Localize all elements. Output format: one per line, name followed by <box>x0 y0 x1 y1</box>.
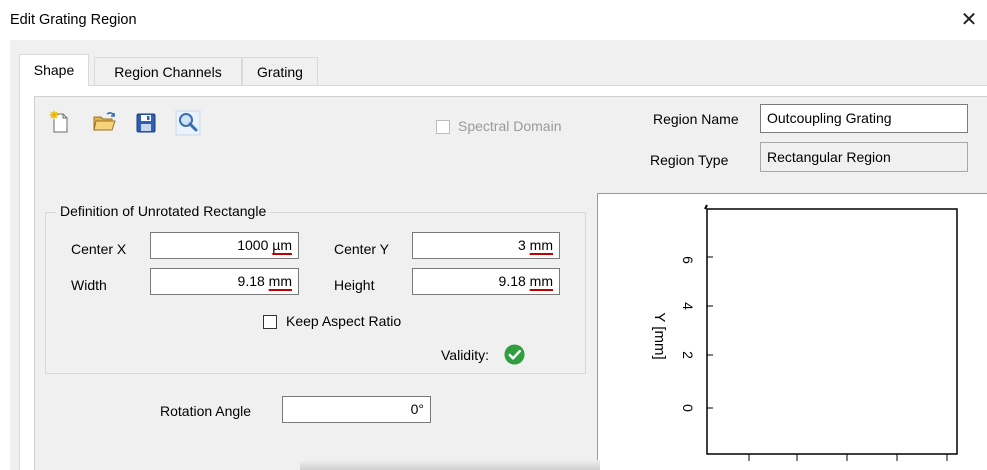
width-input[interactable]: 9.18 mm <box>150 268 299 295</box>
spectral-domain-checkbox[interactable] <box>436 120 450 134</box>
new-document-icon[interactable] <box>47 110 73 136</box>
center-y-unit: mm <box>529 237 553 253</box>
open-folder-icon[interactable] <box>91 110 117 136</box>
keep-aspect-ratio-checkbox[interactable] <box>263 315 277 329</box>
height-value: 9.18 <box>498 273 526 289</box>
center-x-unit: µm <box>272 237 292 253</box>
tab-region-channels[interactable]: Region Channels <box>94 57 242 85</box>
rotation-angle-label: Rotation Angle <box>160 403 252 419</box>
region-type-label: Region Type <box>650 152 729 168</box>
center-y-label: Center Y <box>334 241 389 257</box>
height-label: Height <box>334 277 375 293</box>
height-unit: mm <box>529 273 553 289</box>
center-y-value: 3 <box>517 237 526 253</box>
center-x-label: Center X <box>71 241 127 257</box>
region-name-label: Region Name <box>653 111 739 127</box>
group-legend: Definition of Unrotated Rectangle <box>56 203 271 219</box>
title-bar <box>0 0 987 40</box>
window-title: Edit Grating Region <box>10 12 137 28</box>
center-y-input[interactable]: 3 mm <box>412 232 560 259</box>
save-disk-icon[interactable] <box>133 110 159 136</box>
region-name-input[interactable]: Outcoupling Grating <box>760 104 968 133</box>
y-tick-label-6: 6 <box>680 256 696 264</box>
validity-label: Validity: <box>441 347 489 363</box>
y-tick-label-2: 2 <box>680 351 696 359</box>
height-input[interactable]: 9.18 mm <box>412 268 560 295</box>
tab-shape[interactable]: Shape <box>19 54 89 86</box>
validity-check-icon <box>504 344 525 365</box>
plot-area <box>706 208 958 455</box>
center-x-input[interactable]: 1000 µm <box>150 232 299 259</box>
y-axis-label: Y [mm] <box>651 312 668 359</box>
y-tick-label-4: 4 <box>680 302 696 310</box>
preview-plot: 6 4 2 0 Y [mm] <box>651 204 958 461</box>
y-tick-label-0: 0 <box>680 404 696 412</box>
spectral-domain-label: Spectral Domain <box>458 118 562 134</box>
width-value: 9.18 <box>237 273 265 289</box>
region-type-field: Rectangular Region <box>760 142 968 172</box>
tab-grating[interactable]: Grating <box>242 57 318 85</box>
width-unit: mm <box>268 273 292 289</box>
rotation-angle-input[interactable]: 0° <box>282 396 431 423</box>
magnifier-icon[interactable] <box>175 110 201 136</box>
center-x-value: 1000 <box>237 237 269 253</box>
close-icon[interactable]: ✕ <box>957 8 981 32</box>
keep-aspect-ratio-label: Keep Aspect Ratio <box>286 313 402 329</box>
bottom-shadow <box>300 460 600 470</box>
width-label: Width <box>71 277 107 293</box>
